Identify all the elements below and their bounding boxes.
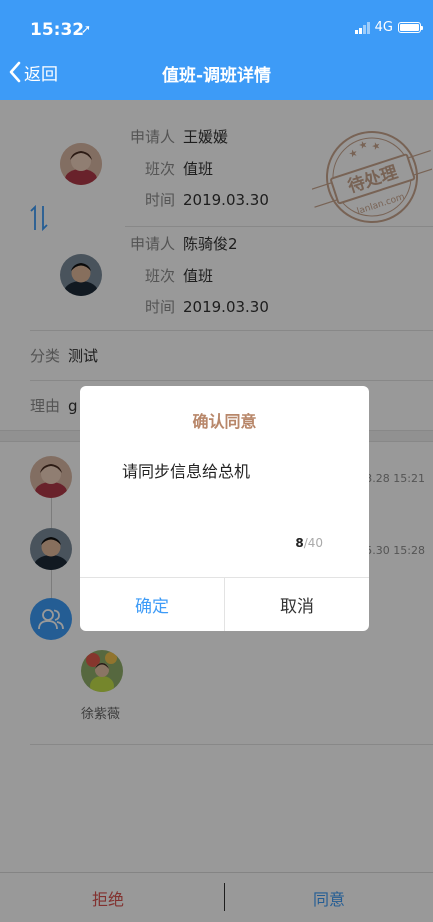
dialog-footer: 确定 取消 bbox=[80, 577, 369, 631]
cancel-button[interactable]: 取消 bbox=[225, 578, 369, 631]
char-count-current: 8 bbox=[295, 536, 304, 550]
confirm-dialog: 确认同意 请同步信息给总机 8/40 确定 取消 bbox=[80, 386, 369, 631]
battery-icon bbox=[398, 22, 423, 33]
dialog-title: 确认同意 bbox=[192, 412, 257, 431]
char-count-max: /40 bbox=[303, 536, 323, 550]
page-title: 值班-调班详情 bbox=[161, 66, 272, 86]
status-time: 15:32 bbox=[30, 20, 85, 40]
char-counter: 8/40 bbox=[295, 536, 323, 550]
network-type: 4G bbox=[374, 20, 393, 35]
nav-bar: 返回 值班-调班详情 bbox=[0, 44, 433, 100]
status-bar: 15:32 ➚ 4G bbox=[0, 0, 433, 44]
dialog-message-input[interactable]: 请同步信息给总机 bbox=[122, 458, 250, 482]
status-indicators: 4G bbox=[354, 20, 423, 35]
location-arrow-icon: ➚ bbox=[81, 22, 92, 36]
signal-icon bbox=[354, 21, 370, 34]
confirm-button[interactable]: 确定 bbox=[80, 578, 225, 631]
